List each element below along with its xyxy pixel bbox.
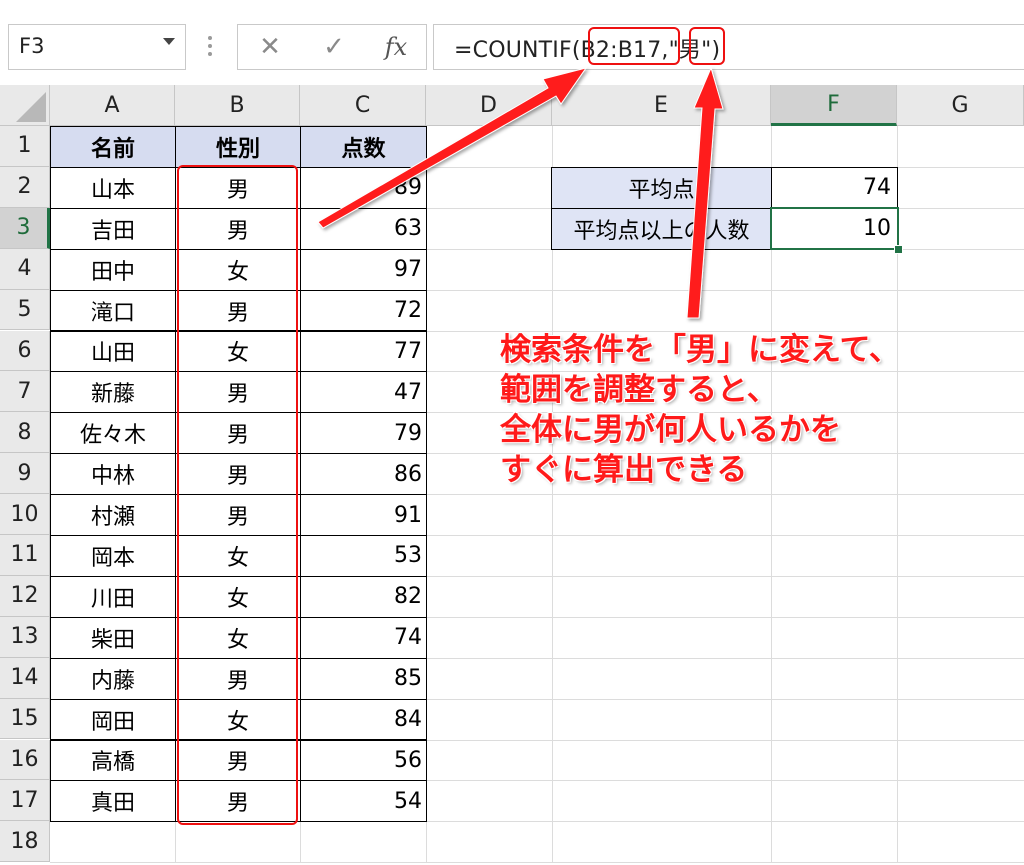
table-cell[interactable]: 56 — [300, 739, 427, 782]
table-cell[interactable]: 高橋 — [50, 739, 176, 782]
gender-column-highlight — [177, 164, 298, 826]
table-cell[interactable]: 72 — [300, 289, 427, 332]
table-cell[interactable]: 63 — [300, 207, 427, 250]
row-header-5[interactable]: 5 — [0, 289, 50, 331]
table-cell[interactable]: 滝口 — [50, 289, 176, 332]
table-header-cell[interactable]: 点数 — [300, 126, 427, 168]
gridline — [50, 862, 1024, 864]
active-cell-border — [770, 206, 899, 250]
table-cell[interactable]: 97 — [300, 248, 427, 291]
table-cell[interactable]: 84 — [300, 698, 427, 741]
table-cell[interactable]: 85 — [300, 657, 427, 700]
table-cell[interactable]: 内藤 — [50, 657, 176, 700]
row-header-1[interactable]: 1 — [0, 126, 50, 167]
table-cell[interactable]: 柴田 — [50, 616, 176, 659]
table-cell[interactable]: 佐々木 — [50, 412, 176, 455]
cancel-icon[interactable]: ✕ — [252, 31, 288, 63]
formula-criteria-highlight — [689, 27, 725, 65]
table-cell[interactable]: 新藤 — [50, 371, 176, 414]
summary-value[interactable]: 74 — [771, 166, 898, 209]
row-header-9[interactable]: 9 — [0, 453, 50, 495]
annotation-text: 検索条件を「男」に変えて、 範囲を調整すると、 全体に男が何人いるかを すぐに算… — [500, 330, 900, 490]
row-header-18[interactable]: 18 — [0, 821, 50, 863]
name-box-value: F3 — [19, 34, 45, 58]
row-header-13[interactable]: 13 — [0, 616, 50, 658]
formula-range-highlight — [588, 27, 680, 65]
table-cell[interactable]: 53 — [300, 535, 427, 577]
row-header-16[interactable]: 16 — [0, 739, 50, 781]
annotation-line: すぐに算出できる — [500, 452, 748, 488]
row-header-17[interactable]: 17 — [0, 780, 50, 822]
table-cell[interactable]: 77 — [300, 330, 427, 373]
table-cell[interactable]: 54 — [300, 780, 427, 823]
row-header-2[interactable]: 2 — [0, 166, 50, 208]
row-header-14[interactable]: 14 — [0, 657, 50, 699]
table-cell[interactable]: 岡田 — [50, 698, 176, 741]
column-header-c[interactable]: C — [300, 85, 426, 126]
table-cell[interactable]: 中林 — [50, 453, 176, 496]
column-header-e[interactable]: E — [552, 85, 771, 126]
row-header-3[interactable]: 3 — [0, 207, 50, 249]
table-cell[interactable]: 47 — [300, 371, 427, 414]
annotation-line: 検索条件を「男」に変えて、 — [500, 332, 900, 368]
annotation-line: 全体に男が何人いるかを — [500, 412, 841, 448]
enter-icon[interactable]: ✓ — [316, 31, 352, 63]
more-options-icon — [204, 32, 216, 62]
table-cell[interactable]: 86 — [300, 453, 427, 496]
name-box[interactable]: F3 — [8, 24, 186, 70]
summary-label[interactable]: 平均点以上の人数 — [551, 207, 772, 250]
table-cell[interactable]: 田中 — [50, 248, 176, 291]
row-header-4[interactable]: 4 — [0, 248, 50, 290]
chevron-down-icon[interactable] — [163, 38, 175, 45]
row-header-8[interactable]: 8 — [0, 412, 50, 454]
column-header-g[interactable]: G — [897, 85, 1024, 126]
table-cell[interactable]: 79 — [300, 412, 427, 455]
select-all-triangle-icon — [15, 92, 46, 122]
table-cell[interactable]: 山田 — [50, 330, 176, 373]
table-cell[interactable]: 真田 — [50, 780, 176, 823]
row-header-7[interactable]: 7 — [0, 371, 50, 413]
row-header-10[interactable]: 10 — [0, 494, 50, 535]
table-header-cell[interactable]: 名前 — [50, 126, 176, 168]
formula-bar: F3 ✕ ✓ fx =COUNTIF(B2:B17,"男") — [0, 0, 1024, 92]
row-header-12[interactable]: 12 — [0, 575, 50, 617]
column-header-a[interactable]: A — [50, 85, 175, 126]
select-all-corner[interactable] — [0, 85, 50, 126]
insert-function-icon[interactable]: fx — [378, 31, 414, 63]
table-header-cell[interactable]: 性別 — [175, 126, 301, 168]
table-cell[interactable]: 村瀬 — [50, 494, 176, 536]
table-cell[interactable]: 川田 — [50, 575, 176, 618]
summary-label[interactable]: 平均点 — [551, 166, 772, 209]
column-header-b[interactable]: B — [175, 85, 300, 126]
table-cell[interactable]: 岡本 — [50, 535, 176, 577]
table-cell[interactable]: 89 — [300, 166, 427, 209]
row-header-6[interactable]: 6 — [0, 330, 50, 372]
row-header-11[interactable]: 11 — [0, 535, 50, 576]
annotation-line: 範囲を調整すると、 — [500, 372, 778, 408]
table-cell[interactable]: 91 — [300, 494, 427, 536]
table-cell[interactable]: 山本 — [50, 166, 176, 209]
column-header-d[interactable]: D — [426, 85, 552, 126]
formula-input[interactable]: =COUNTIF(B2:B17,"男") — [433, 24, 1024, 70]
row-header-15[interactable]: 15 — [0, 698, 50, 740]
table-cell[interactable]: 吉田 — [50, 207, 176, 250]
table-cell[interactable]: 82 — [300, 575, 427, 618]
formula-buttons: ✕ ✓ fx — [237, 24, 427, 70]
column-header-f[interactable]: F — [771, 85, 897, 126]
fill-handle[interactable] — [894, 244, 903, 254]
table-cell[interactable]: 74 — [300, 616, 427, 659]
